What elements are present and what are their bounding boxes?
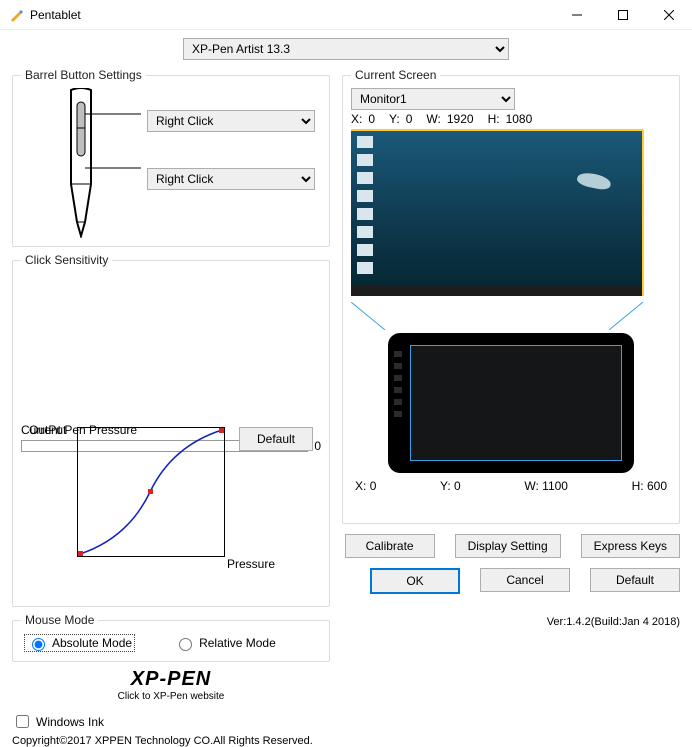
monitor-h: 1080 xyxy=(506,112,533,126)
tablet-preview[interactable] xyxy=(388,333,634,473)
maximize-button[interactable] xyxy=(600,0,646,30)
sensitivity-legend: Click Sensitivity xyxy=(21,253,112,267)
tablet-x: 0 xyxy=(370,479,377,493)
pen-diagram xyxy=(21,88,141,238)
brand-logo-text: XP-PEN xyxy=(12,668,330,691)
monitor-y: 0 xyxy=(406,112,413,126)
version-text: Ver:1.4.2(Build:Jan 4 2018) xyxy=(547,616,680,628)
barrel-lower-select[interactable]: Right Click xyxy=(147,168,315,190)
display-setting-button[interactable]: Display Setting xyxy=(455,534,561,558)
device-select[interactable]: XP-Pen Artist 13.3 xyxy=(183,38,509,60)
cancel-button[interactable]: Cancel xyxy=(480,568,570,592)
tablet-w: 1100 xyxy=(542,479,568,493)
screen-legend: Current Screen xyxy=(351,68,440,82)
window-title: Pentablet xyxy=(30,8,554,22)
sensitivity-default-button[interactable]: Default xyxy=(239,427,313,451)
brand-logo-sub: Click to XP-Pen website xyxy=(12,691,330,702)
mapping-lines xyxy=(351,302,643,330)
app-icon xyxy=(8,7,24,23)
close-button[interactable] xyxy=(646,0,692,30)
barrel-upper-select[interactable]: Right Click xyxy=(147,110,315,132)
pressure-axis-label: Pressure xyxy=(227,557,275,571)
tablet-h: 600 xyxy=(647,479,667,493)
pressure-value: 0 xyxy=(314,439,321,453)
monitor-preview[interactable] xyxy=(351,130,643,296)
sensitivity-graph[interactable] xyxy=(77,427,225,557)
output-label: OutPut xyxy=(29,423,66,437)
mouse-mode-legend: Mouse Mode xyxy=(21,613,98,627)
tablet-y: 0 xyxy=(454,479,461,493)
brand-logo-link[interactable]: XP-PEN Click to XP-Pen website xyxy=(12,668,330,702)
absolute-mode-radio[interactable]: Absolute Mode xyxy=(25,635,134,651)
ok-button[interactable]: OK xyxy=(370,568,460,594)
monitor-select[interactable]: Monitor1 xyxy=(351,88,515,110)
copyright-text: Copyright©2017 XPPEN Technology CO.All R… xyxy=(12,735,330,747)
barrel-legend: Barrel Button Settings xyxy=(21,68,146,82)
calibrate-button[interactable]: Calibrate xyxy=(345,534,435,558)
minimize-button[interactable] xyxy=(554,0,600,30)
monitor-w: 1920 xyxy=(447,112,474,126)
relative-mode-radio[interactable]: Relative Mode xyxy=(174,635,276,651)
default-button[interactable]: Default xyxy=(590,568,680,592)
monitor-x: 0 xyxy=(368,112,375,126)
express-keys-button[interactable]: Express Keys xyxy=(581,534,680,558)
windows-ink-label: Windows Ink xyxy=(36,715,104,729)
windows-ink-checkbox[interactable] xyxy=(16,715,29,728)
